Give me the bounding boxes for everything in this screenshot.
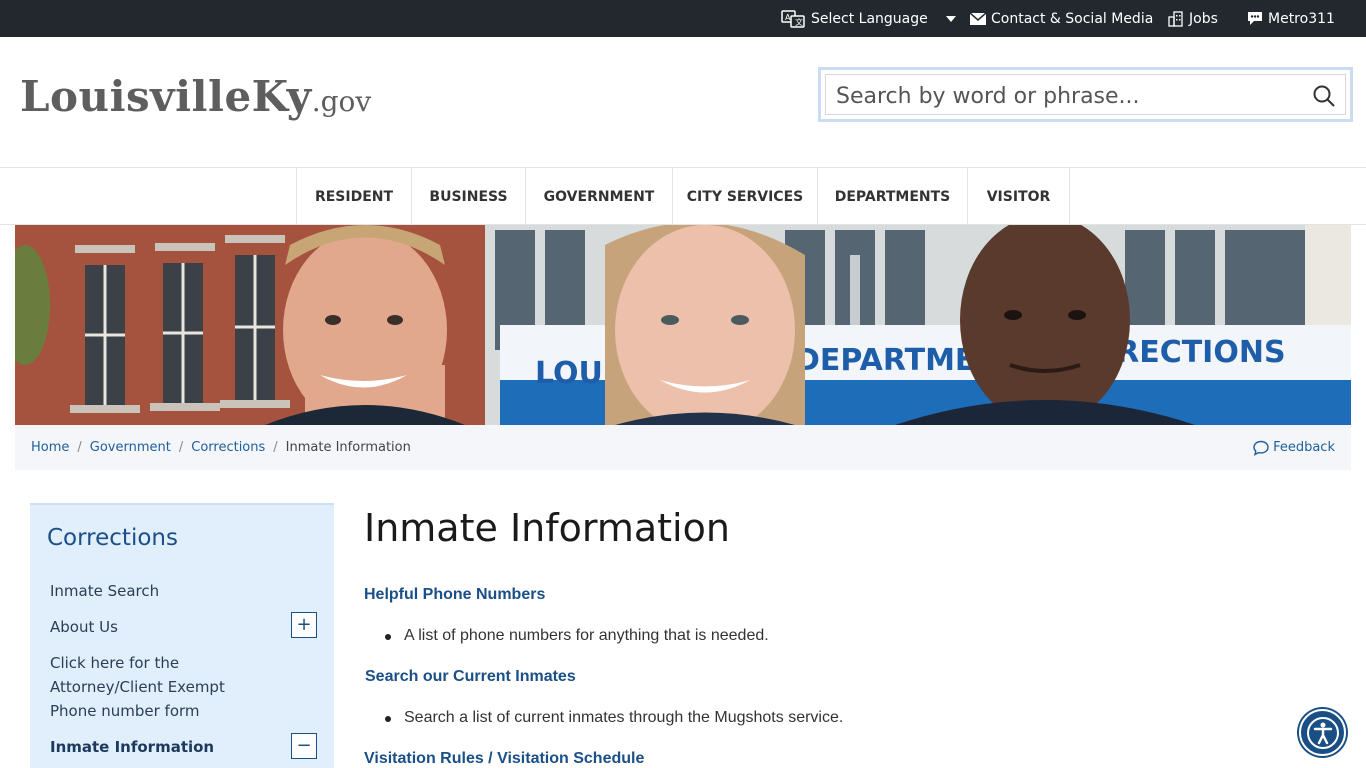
nav-visitor[interactable]: VISITOR [968, 168, 1070, 225]
jobs-label: Jobs [1189, 10, 1218, 27]
metro311-link[interactable]: Metro311 [1247, 0, 1335, 37]
search-field-frame [825, 74, 1346, 115]
envelope-icon [970, 12, 986, 25]
contact-social-link[interactable]: Contact & Social Media [970, 0, 1153, 37]
hero-banner: LOUIS DEPARTMEN RRECTIONS [15, 225, 1351, 425]
feedback-label: Feedback [1273, 440, 1335, 455]
helpful-phone-numbers-link[interactable]: Helpful Phone Numbers [364, 586, 545, 604]
sidebar-item-line: Phone number form [50, 702, 200, 720]
search-current-inmates-link[interactable]: Search our Current Inmates [365, 668, 576, 686]
sidebar-item-attorney-form[interactable]: Click here for the Attorney/Client Exemp… [50, 651, 225, 723]
search-box [818, 67, 1353, 122]
language-selector[interactable]: A 文 Select Language [781, 0, 956, 37]
nav-government[interactable]: GOVERNMENT [526, 168, 673, 225]
list-item-text: A list of phone numbers for anything tha… [404, 627, 769, 644]
building-icon [1168, 10, 1183, 27]
main-navigation: RESIDENT BUSINESS GOVERNMENT CITY SERVIC… [0, 167, 1366, 225]
nav-resident[interactable]: RESIDENT [297, 168, 412, 225]
expand-about-us-button[interactable]: + [291, 612, 317, 638]
accessibility-button[interactable] [1299, 709, 1346, 756]
sidebar-item-line: Click here for the [50, 654, 180, 672]
hero-photo: LOUIS DEPARTMEN RRECTIONS [15, 225, 1351, 425]
breadcrumb-home[interactable]: Home [31, 440, 69, 455]
sidebar-item-inmate-information[interactable]: Inmate Information [50, 735, 214, 759]
breadcrumb-corrections[interactable]: Corrections [191, 440, 265, 455]
language-label: Select Language [811, 10, 928, 27]
site-logo[interactable]: LouisvilleKy.gov [20, 72, 371, 121]
svg-text:A: A [785, 13, 791, 22]
nav-city-services[interactable]: CITY SERVICES [673, 168, 818, 225]
nav-departments[interactable]: DEPARTMENTS [818, 168, 968, 225]
sidebar-item-inmate-search[interactable]: Inmate Search [50, 579, 159, 603]
metro311-label: Metro311 [1268, 10, 1335, 27]
jobs-link[interactable]: Jobs [1168, 0, 1218, 37]
visitation-rules-link[interactable]: Visitation Rules / Visitation Schedule [364, 750, 644, 768]
collapse-inmate-information-button[interactable]: − [291, 733, 317, 759]
list-item: A list of phone numbers for anything tha… [385, 627, 769, 645]
svg-text:文: 文 [795, 17, 803, 27]
chat-bubble-icon [1248, 12, 1262, 25]
speech-bubble-icon [1253, 440, 1269, 456]
logo-main-text: LouisvilleKy [20, 72, 312, 121]
search-input[interactable] [836, 81, 1276, 111]
accessibility-icon [1306, 716, 1339, 749]
feedback-link[interactable]: Feedback [1253, 425, 1335, 470]
sidebar-item-line: Attorney/Client Exempt [50, 678, 225, 696]
breadcrumb: Home / Government / Corrections / Inmate… [31, 425, 411, 470]
list-item-text: Search a list of current inmates through… [404, 709, 844, 726]
section-sidebar: Corrections Inmate Search About Us + Cli… [30, 503, 334, 768]
breadcrumb-bar: Home / Government / Corrections / Inmate… [15, 425, 1351, 470]
nav-business[interactable]: BUSINESS [412, 168, 526, 225]
sidebar-title[interactable]: Corrections [47, 525, 178, 551]
list-item: Search a list of current inmates through… [384, 709, 844, 727]
logo-tld-text: .gov [311, 85, 372, 118]
breadcrumb-separator: / [178, 440, 184, 455]
breadcrumb-separator: / [77, 440, 82, 455]
caret-down-icon [945, 15, 956, 22]
breadcrumb-government[interactable]: Government [90, 440, 171, 455]
contact-label: Contact & Social Media [991, 10, 1154, 27]
breadcrumb-separator: / [273, 440, 278, 455]
translate-icon: A 文 [781, 9, 805, 28]
page-title: Inmate Information [364, 506, 730, 550]
main-nav-list: RESIDENT BUSINESS GOVERNMENT CITY SERVIC… [296, 168, 1070, 225]
search-icon[interactable] [1311, 83, 1337, 109]
utility-bar: A 文 Select Language Contact & Social Med… [0, 0, 1366, 37]
sidebar-item-about-us[interactable]: About Us [50, 615, 118, 639]
breadcrumb-current: Inmate Information [285, 440, 411, 455]
